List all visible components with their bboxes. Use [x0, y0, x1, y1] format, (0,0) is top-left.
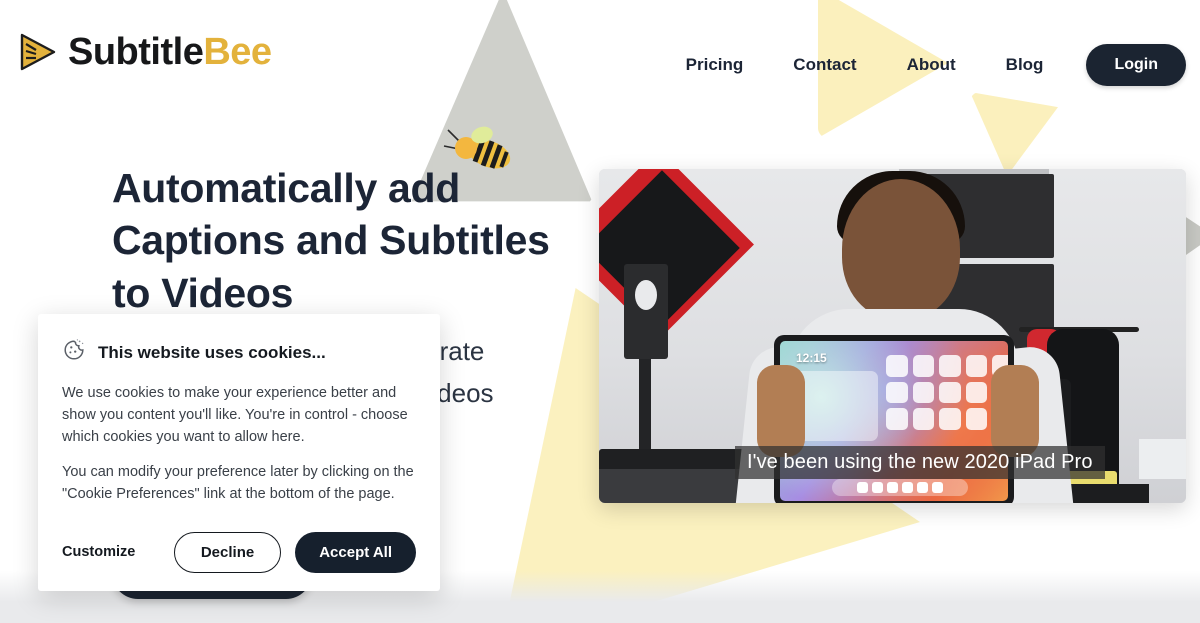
- logo-text-primary: Subtitle: [68, 31, 204, 73]
- video-preview-card[interactable]: 12:15 I've been using the new 2020 iPad …: [599, 169, 1186, 503]
- person-hand-left: [757, 365, 805, 457]
- cookie-banner-title: This website uses cookies...: [98, 342, 326, 362]
- brand-logo[interactable]: SubtitleBee: [14, 30, 272, 74]
- cookie-banner-body: We use cookies to make your experience b…: [62, 383, 416, 506]
- landing-page: SubtitleBee Pricing Contact About Blog L…: [0, 0, 1200, 623]
- decline-cookies-button[interactable]: Decline: [173, 531, 282, 573]
- cookie-banner-header: This website uses cookies...: [62, 338, 416, 367]
- ipad-dock: [832, 479, 968, 496]
- nav-item-contact[interactable]: Contact: [768, 55, 881, 75]
- cookie-paragraph-2: You can modify your preference later by …: [62, 464, 414, 502]
- studio-speaker: [624, 264, 668, 359]
- play-triangle-bee-icon: [14, 30, 58, 74]
- page-title: Automatically add Captions and Subtitles…: [112, 165, 550, 316]
- accept-all-cookies-button[interactable]: Accept All: [295, 531, 416, 573]
- person-head: [842, 179, 960, 319]
- cookie-paragraph-1: We use cookies to make your experience b…: [62, 385, 408, 445]
- nav-item-blog[interactable]: Blog: [981, 55, 1069, 75]
- nav-item-pricing[interactable]: Pricing: [661, 55, 769, 75]
- ipad-clock: 12:15: [796, 351, 827, 365]
- nav-item-about[interactable]: About: [882, 55, 981, 75]
- logo-text-accent: Bee: [203, 31, 272, 73]
- site-header: SubtitleBee Pricing Contact About Blog L…: [0, 0, 1200, 110]
- cookie-banner-actions: Customize Decline Accept All: [62, 531, 416, 573]
- primary-navigation: Pricing Contact About Blog Login: [661, 44, 1186, 86]
- login-button[interactable]: Login: [1086, 44, 1186, 86]
- person-hand-right: [991, 365, 1039, 457]
- cookie-icon: [62, 338, 86, 367]
- whiteboard: [1139, 439, 1186, 479]
- customize-cookies-link[interactable]: Customize: [62, 544, 135, 560]
- video-subtitle-overlay: I've been using the new 2020 iPad Pro: [735, 446, 1105, 479]
- ipad-app-grid: [886, 355, 1008, 430]
- cookie-consent-banner: This website uses cookies... We use cook…: [38, 314, 440, 591]
